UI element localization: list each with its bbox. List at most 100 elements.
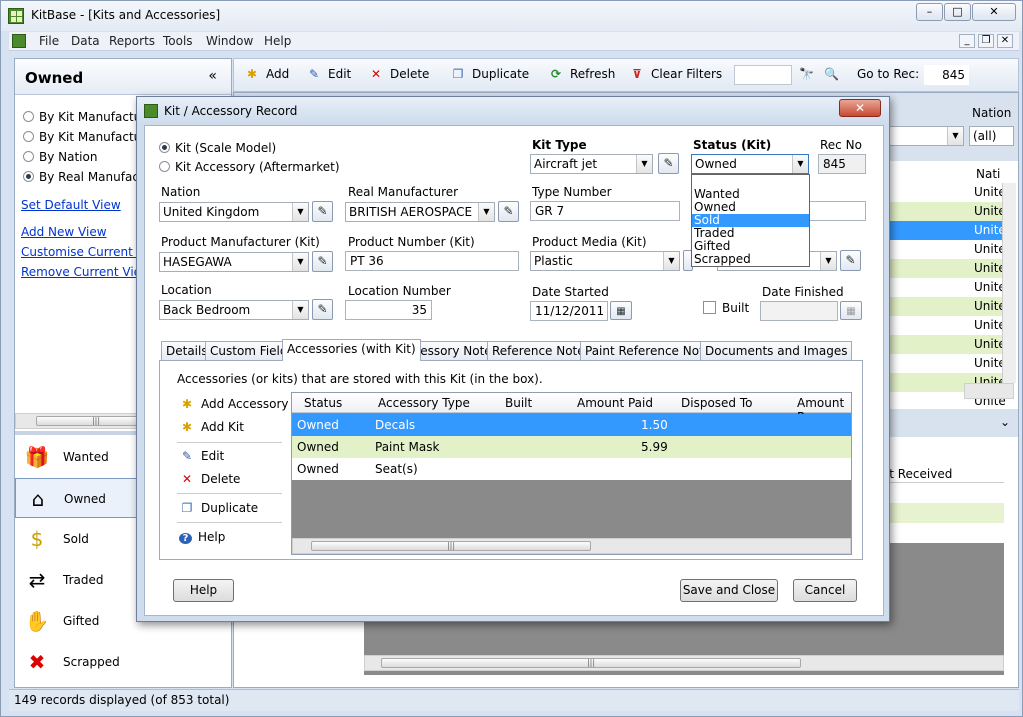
status-select[interactable]: Owned ▼ bbox=[691, 154, 809, 174]
date-started-label: Date Started bbox=[532, 285, 609, 299]
table-row[interactable]: Owned Paint Mask 5.99 bbox=[292, 436, 851, 458]
col-status[interactable]: Status bbox=[304, 396, 342, 410]
grid-scrollbar[interactable]: ||| bbox=[292, 538, 851, 554]
filter-combo[interactable]: ▼ bbox=[884, 126, 964, 146]
edit-list-icon[interactable]: ✎ bbox=[658, 153, 679, 174]
edit-list-icon[interactable]: ✎ bbox=[498, 201, 519, 222]
real-mfr-select[interactable]: BRITISH AEROSPACE ▼ bbox=[345, 202, 495, 222]
add-accessory-button[interactable]: ✱ Add Accessory bbox=[179, 397, 289, 411]
table-row[interactable]: Owned Seat(s) bbox=[292, 458, 851, 480]
goto-input[interactable]: 845 bbox=[924, 65, 969, 85]
nation-filter[interactable]: (all) bbox=[969, 126, 1014, 146]
menu-window[interactable]: Window bbox=[206, 34, 253, 48]
built-checkbox[interactable]: Built bbox=[703, 301, 749, 319]
goto-label: Go to Rec: bbox=[857, 67, 920, 81]
house-icon: ⌂ bbox=[31, 487, 45, 511]
panel-title: Owned bbox=[25, 69, 84, 87]
media-select[interactable]: Plastic ▼ bbox=[530, 251, 680, 271]
table-row[interactable]: Owned Decals 1.50 bbox=[292, 414, 851, 436]
edit-list-icon[interactable]: ✎ bbox=[312, 299, 333, 320]
menu-tools[interactable]: Tools bbox=[163, 34, 193, 48]
tab-documents-images[interactable]: Documents and Images bbox=[700, 341, 853, 361]
close-button[interactable]: ✕ bbox=[972, 3, 1016, 21]
gift-icon: 🎁 bbox=[24, 445, 50, 469]
location-number-label: Location Number bbox=[348, 284, 451, 298]
cell-amount: 1.50 bbox=[641, 418, 668, 432]
col-built[interactable]: Built bbox=[505, 396, 532, 410]
edit-list-icon[interactable]: ✎ bbox=[312, 201, 333, 222]
accessory-radio[interactable]: Kit Accessory (Aftermarket) bbox=[159, 160, 340, 178]
collapse-icon[interactable]: « bbox=[208, 68, 217, 84]
menu-bar: File Data Reports Tools Window Help _ ❐ … bbox=[9, 32, 1019, 51]
nav-scrapped[interactable]: ✖ Scrapped bbox=[15, 642, 231, 682]
status-option-scrapped[interactable]: Scrapped bbox=[692, 253, 809, 266]
add-kit-button[interactable]: ✱ Add Kit bbox=[179, 420, 244, 434]
mdi-restore-button[interactable]: ❐ bbox=[978, 34, 994, 48]
find-input[interactable] bbox=[734, 65, 792, 85]
menu-reports[interactable]: Reports bbox=[109, 34, 155, 48]
edit-accessory-button[interactable]: ✎ Edit bbox=[179, 449, 224, 463]
prod-number-input[interactable]: PT 36 bbox=[345, 251, 519, 271]
col-disposed-to[interactable]: Disposed To bbox=[681, 396, 752, 410]
dialog-close-button[interactable]: ✕ bbox=[839, 99, 881, 117]
dropdown-icon: ▼ bbox=[820, 252, 836, 270]
clear-filter-icon: ⊽ bbox=[632, 67, 642, 81]
edit-list-icon[interactable]: ✎ bbox=[840, 250, 861, 271]
add-new-view-link[interactable]: Add New View bbox=[21, 225, 107, 239]
help-link[interactable]: ? Help bbox=[179, 530, 225, 544]
col-accessory-type[interactable]: Accessory Type bbox=[378, 396, 470, 410]
add-button[interactable]: ✱ Add bbox=[244, 67, 289, 81]
refresh-button[interactable]: ⟳ Refresh bbox=[548, 67, 615, 81]
clear-filters-button[interactable]: ⊽ Clear Filters bbox=[629, 67, 722, 81]
delete-button[interactable]: ✕ Delete bbox=[368, 67, 429, 81]
add-icon: ✱ bbox=[181, 397, 193, 411]
title-bar: KitBase - [Kits and Accessories] – □ ✕ bbox=[1, 1, 1022, 31]
view-option[interactable]: By Nation bbox=[23, 150, 97, 168]
save-and-close-button[interactable]: Save and Close bbox=[680, 579, 778, 602]
status-bar: 149 records displayed (of 853 total) bbox=[9, 689, 1019, 711]
kit-radio[interactable]: Kit (Scale Model) bbox=[159, 141, 276, 159]
prod-mfr-select[interactable]: HASEGAWA ▼ bbox=[159, 252, 309, 272]
find-next-icon[interactable]: 🔍 bbox=[824, 67, 839, 81]
edit-button[interactable]: ✎ Edit bbox=[306, 67, 351, 81]
col-amount-paid[interactable]: Amount Paid bbox=[577, 396, 653, 410]
type-number-input[interactable]: GR 7 bbox=[530, 201, 680, 221]
refresh-icon: ⟳ bbox=[550, 67, 562, 81]
location-select[interactable]: Back Bedroom ▼ bbox=[159, 300, 309, 320]
minimize-button[interactable]: – bbox=[916, 3, 943, 21]
set-default-view-link[interactable]: Set Default View bbox=[21, 198, 121, 212]
delete-accessory-button[interactable]: ✕ Delete bbox=[179, 472, 240, 486]
help-button[interactable]: Help bbox=[173, 579, 234, 602]
location-number-input[interactable]: 35 bbox=[345, 300, 432, 320]
lower-scrollbar[interactable]: ||| bbox=[364, 655, 1004, 671]
duplicate-button[interactable]: ❐ Duplicate bbox=[450, 67, 530, 81]
sold-icon: $ bbox=[30, 527, 44, 551]
date-started-input[interactable]: 11/12/2011 bbox=[530, 301, 608, 321]
dropdown-icon: ▼ bbox=[478, 203, 494, 221]
duplicate-accessory-button[interactable]: ❐ Duplicate bbox=[179, 501, 259, 515]
radio-icon bbox=[23, 131, 34, 142]
mdi-close-button[interactable]: ✕ bbox=[997, 34, 1013, 48]
dropdown-icon: ▼ bbox=[292, 301, 308, 319]
find-icon[interactable]: 🔭 bbox=[799, 67, 814, 81]
prod-mfr-label: Product Manufacturer (Kit) bbox=[161, 235, 320, 249]
remove-view-link[interactable]: Remove Current View bbox=[21, 265, 151, 279]
dropdown-icon: ▼ bbox=[292, 253, 308, 271]
menu-help[interactable]: Help bbox=[264, 34, 291, 48]
nation-label: Nation bbox=[161, 185, 201, 199]
kit-type-select[interactable]: Aircraft jet ▼ bbox=[530, 154, 653, 174]
nation-select[interactable]: United Kingdom ▼ bbox=[159, 202, 309, 222]
edit-list-icon[interactable]: ✎ bbox=[312, 251, 333, 272]
maximize-button[interactable]: □ bbox=[944, 3, 971, 21]
cell-status: Owned bbox=[297, 440, 339, 454]
menu-file[interactable]: File bbox=[39, 34, 59, 48]
cancel-button[interactable]: Cancel bbox=[793, 579, 857, 602]
menu-data[interactable]: Data bbox=[71, 34, 100, 48]
extra-input[interactable] bbox=[809, 201, 866, 221]
mdi-minimize-button[interactable]: _ bbox=[959, 34, 975, 48]
expand-icon[interactable]: ⌄ bbox=[1000, 415, 1010, 429]
grid-hscrollbar[interactable] bbox=[964, 383, 1014, 399]
grid-vscrollbar[interactable] bbox=[1002, 183, 1016, 383]
tab-accessories[interactable]: Accessories (with Kit) bbox=[282, 339, 421, 361]
calendar-icon[interactable]: ▦ bbox=[610, 301, 632, 320]
